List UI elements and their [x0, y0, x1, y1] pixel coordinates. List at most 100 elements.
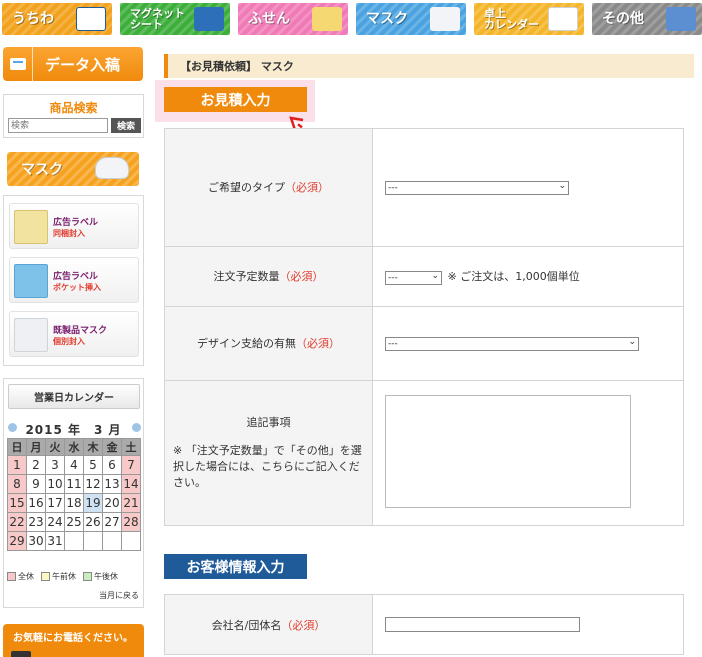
calendar-weekday: 日: [7, 438, 27, 456]
calendar-day: 10: [45, 474, 65, 494]
calendar-day: 23: [26, 512, 46, 532]
legend-full-holiday: 全休: [7, 571, 34, 582]
nav-tab-magnet[interactable]: マグネット シート: [120, 3, 230, 35]
calendar-day: 11: [64, 474, 84, 494]
calendar-day: 21: [121, 493, 141, 513]
search-button[interactable]: 検索: [111, 118, 141, 133]
promo-line1: 広告ラベル: [53, 272, 99, 282]
form-row-qty: 注文予定数量（必須） --- ⌄ ※ ご注文は、1,000個単位: [164, 246, 684, 307]
ready-mask-image-icon: [14, 318, 48, 352]
sticky-note-image-icon: [312, 7, 342, 31]
qty-select[interactable]: --- ⌄: [385, 270, 442, 285]
promo-list: 広告ラベル 同梱封入 広告ラベル ポケット挿入 既製品マスク 個別封入: [3, 195, 144, 366]
nav-tab-label: 卓上 カレンダー: [484, 7, 539, 31]
calendar-day: 18: [64, 493, 84, 513]
nav-tab-label: うちわ: [12, 10, 54, 27]
notes-label-cell: 追記事項 ※ 「注文予定数量」で「その他」を選択した場合には、こちらにご記入くだ…: [164, 380, 373, 526]
calendar-week: 8 9 10 11 12 13 14: [7, 474, 141, 494]
calendar-day: 16: [26, 493, 46, 513]
customer-form: 会社名/団体名（必須）: [164, 594, 684, 655]
calendar-day: 2: [26, 455, 46, 475]
form-row-company: 会社名/団体名（必須）: [164, 594, 684, 655]
search-input[interactable]: [8, 118, 108, 133]
promo-item-label-bundle[interactable]: 広告ラベル 同梱封入: [9, 203, 139, 249]
calendar-day: 28: [121, 512, 141, 532]
magnet-image-icon: [194, 7, 224, 31]
calendar-day: [64, 531, 84, 551]
nav-tab-label: ふせん: [248, 10, 290, 27]
calendar-image-icon: [548, 7, 578, 31]
calendar-day: 9: [26, 474, 46, 494]
nav-tab-label: その他: [602, 10, 644, 27]
design-select[interactable]: --- ⌄: [385, 336, 639, 351]
calendar-day: 25: [64, 512, 84, 532]
legend-am-holiday: 午前休: [41, 571, 76, 582]
qty-label: 注文予定数量（必須）: [164, 246, 373, 307]
notes-textarea[interactable]: [385, 395, 631, 508]
mask-image-icon: [95, 157, 129, 179]
product-search: 商品検索 検索: [3, 94, 144, 138]
calendar-day: 14: [121, 474, 141, 494]
calendar-day: [121, 531, 141, 551]
nav-tab-label: マグネット シート: [130, 7, 185, 31]
calendar-weekday: 土: [121, 438, 141, 456]
data-upload-label: データ入稿: [45, 55, 121, 74]
calendar-day: 12: [83, 474, 103, 494]
nav-tab-label: マスク: [366, 10, 408, 27]
calendar-weekday: 金: [102, 438, 122, 456]
nav-tab-calendar[interactable]: 卓上 カレンダー: [474, 3, 584, 35]
legend-pm-holiday: 午後休: [83, 571, 118, 582]
calendar-weekday: 月: [26, 438, 46, 456]
calendar-day: 1: [7, 455, 27, 475]
calendar-current-month-link[interactable]: 当月に戻る: [99, 590, 139, 601]
form-row-notes: 追記事項 ※ 「注文予定数量」で「その他」を選択した場合には、こちらにご記入くだ…: [164, 380, 684, 526]
calendar-week: 1234567: [7, 455, 141, 475]
calendar-day: 15: [7, 493, 27, 513]
label-bundle-image-icon: [14, 210, 48, 244]
mask-banner-label: マスク: [21, 162, 63, 178]
calendar-day: [83, 531, 103, 551]
nav-tab-uchiwa[interactable]: うちわ: [2, 3, 112, 35]
section-title-customer-info: お客様情報入力: [164, 554, 307, 579]
notes-hint: ※ 「注文予定数量」で「その他」を選択した場合には、こちらにご記入ください。: [173, 444, 362, 489]
promo-item-ready-mask[interactable]: 既製品マスク 個別封入: [9, 311, 139, 357]
phone-banner-label: お気軽にお電話ください。: [13, 633, 133, 644]
category-nav: うちわ マグネット シート ふせん マスク 卓上 カレンダー その他: [2, 3, 702, 35]
promo-line1: 広告ラベル: [53, 218, 99, 228]
qty-note: ※ ご注文は、1,000個単位: [447, 270, 580, 283]
section-title-quote-input: お見積入力: [164, 87, 307, 112]
product-search-title: 商品検索: [49, 101, 98, 115]
promo-line2: ポケット挿入: [53, 283, 101, 292]
form-row-design: デザイン支給の有無（必須） --- ⌄: [164, 306, 684, 381]
mask-image-icon: [430, 7, 460, 31]
promo-line2: 個別封入: [53, 337, 85, 346]
calendar-day: 3: [45, 455, 65, 475]
company-input[interactable]: [385, 617, 580, 632]
promo-line2: 同梱封入: [53, 229, 85, 238]
mask-category-banner[interactable]: マスク: [7, 152, 139, 186]
calendar-day: 5: [83, 455, 103, 475]
breadcrumb: 【お見積依頼】 マスク: [164, 54, 694, 78]
calendar-title-button[interactable]: 営業日カレンダー: [8, 384, 140, 409]
calendar-day: 29: [7, 531, 27, 551]
calendar-grid: 日月火水木金土 1 2 3 4 5 6 7 8 9 10 11 12 13 14 15 16 17 18 19 20 2…: [7, 438, 141, 551]
calendar-weekday: 木: [83, 438, 103, 456]
calendar-day: 30: [26, 531, 46, 551]
uchiwa-image-icon: [76, 7, 106, 31]
type-label: ご希望のタイプ（必須）: [164, 128, 373, 247]
design-label: デザイン支給の有無（必須）: [164, 306, 373, 381]
nav-tab-other[interactable]: その他: [592, 3, 702, 35]
nav-tab-mask[interactable]: マスク: [356, 3, 466, 35]
promo-item-label-pocket[interactable]: 広告ラベル ポケット挿入: [9, 257, 139, 303]
calendar-day: 13: [102, 474, 122, 494]
calendar-next-icon[interactable]: [132, 423, 141, 432]
upload-icon: [3, 47, 33, 81]
type-select[interactable]: --- ⌄: [385, 180, 569, 195]
calendar-weekday: 水: [64, 438, 84, 456]
company-label: 会社名/団体名（必須）: [164, 594, 373, 655]
data-upload-button[interactable]: データ入稿: [3, 47, 143, 81]
calendar-year-month: 2015 年 3 月: [25, 423, 122, 437]
nav-tab-fusen[interactable]: ふせん: [238, 3, 348, 35]
calendar-day: 19: [83, 493, 103, 513]
calendar-day: 6: [102, 455, 122, 475]
